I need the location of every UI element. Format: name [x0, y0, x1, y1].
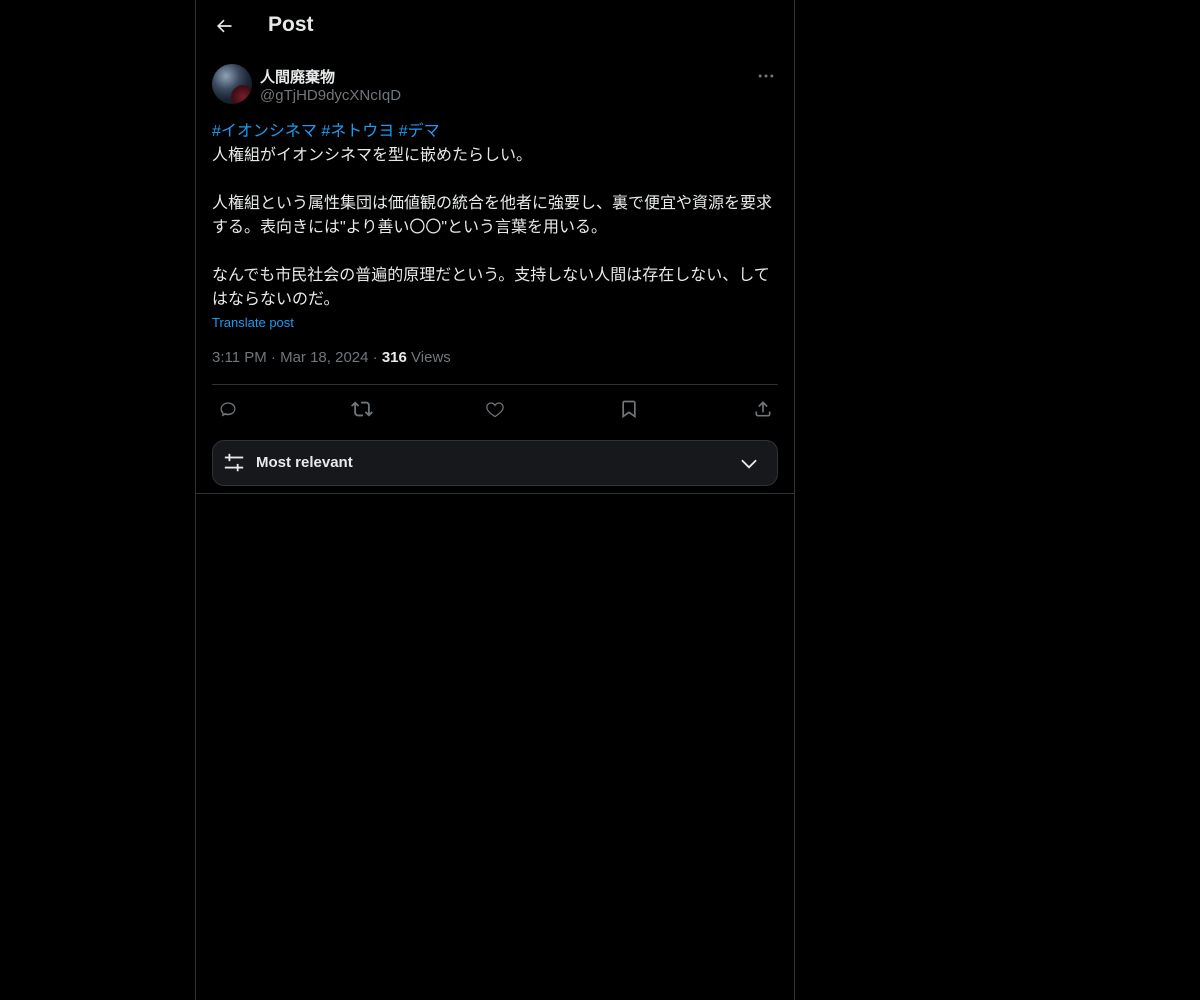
author-row: 人間廃棄物 @gTjHD9dycXNcIqD — [212, 64, 778, 108]
hashtag-row: #イオンシネマ #ネトウヨ #デマ — [212, 120, 778, 144]
sort-label: Most relevant — [256, 454, 353, 471]
like-icon — [485, 399, 505, 419]
post-paragraph: 人権組という属性集団は価値観の統合を他者に強要し、裏で便宜や資源を要求する。表向… — [212, 195, 773, 236]
sliders-icon — [223, 452, 245, 474]
meta-separator: · — [372, 349, 378, 366]
reply-button[interactable] — [212, 393, 244, 425]
post-actions-bar — [212, 393, 778, 425]
bookmark-button[interactable] — [613, 393, 645, 425]
meta-separator: · — [270, 349, 276, 366]
share-button[interactable] — [747, 393, 779, 425]
post-header: Post — [196, 0, 794, 53]
post-detail-column: Post 人間廃棄物 @gTjHD9dycXNcIqD #イオンシネマ #ネトウ… — [195, 0, 795, 1000]
post-date[interactable]: Mar 18, 2024 — [280, 349, 368, 366]
repost-icon — [351, 398, 373, 420]
hashtag-link[interactable]: #ネトウヨ — [321, 123, 394, 140]
avatar-image — [230, 84, 252, 104]
avatar[interactable] — [212, 64, 252, 104]
arrow-left-icon — [214, 16, 234, 36]
author-display-name[interactable]: 人間廃棄物 — [260, 66, 335, 87]
post-metadata: 3:11 PM · Mar 18, 2024 · 316 Views — [212, 349, 451, 366]
hashtag-link[interactable]: #イオンシネマ — [212, 123, 317, 140]
views-count: 316 — [381, 349, 407, 366]
like-button[interactable] — [479, 393, 511, 425]
share-icon — [753, 399, 773, 419]
views-label: Views — [411, 349, 451, 366]
post-text: #イオンシネマ #ネトウヨ #デマ 人権組がイオンシネマを型に嵌めたらしい。 人… — [212, 120, 778, 312]
reply-sort-dropdown[interactable]: Most relevant — [212, 440, 778, 486]
post-paragraph: なんでも市民社会の普遍的原理だという。支持しない人間は存在しない、してはならない… — [212, 267, 770, 308]
reply-icon — [218, 399, 238, 419]
hashtag-link[interactable]: #デマ — [399, 123, 440, 140]
chevron-down-icon — [739, 454, 759, 474]
divider — [212, 384, 778, 385]
post-paragraph: 人権組がイオンシネマを型に嵌めたらしい。 — [212, 147, 533, 164]
more-horizontal-icon — [756, 66, 776, 86]
divider — [196, 493, 794, 494]
repost-button[interactable] — [346, 393, 378, 425]
author-handle[interactable]: @gTjHD9dycXNcIqD — [260, 87, 401, 104]
more-options-button[interactable] — [754, 64, 778, 88]
back-button[interactable] — [208, 10, 240, 42]
bookmark-icon — [619, 399, 639, 419]
translate-post-link[interactable]: Translate post — [212, 315, 294, 330]
post-time[interactable]: 3:11 PM — [212, 349, 267, 366]
page-title: Post — [268, 13, 314, 36]
